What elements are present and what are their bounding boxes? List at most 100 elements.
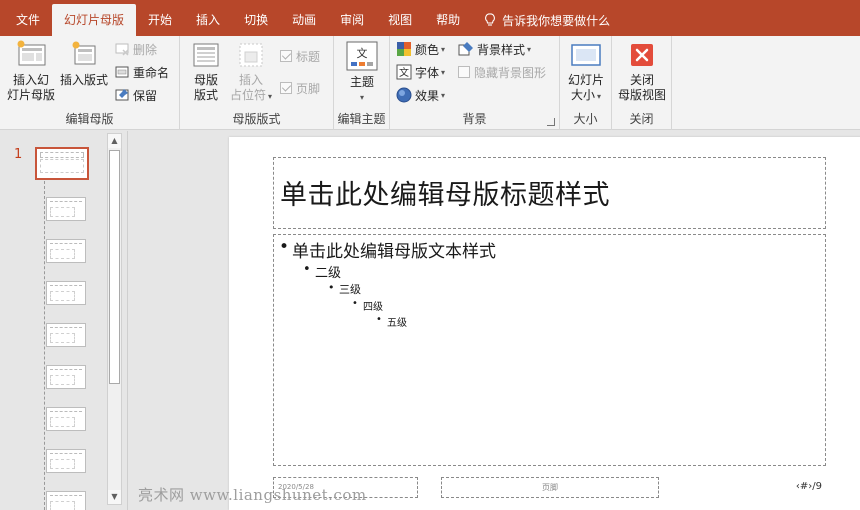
footer-check-icon (280, 82, 292, 94)
tab-animations[interactable]: 动画 (280, 4, 328, 36)
layout-thumbnail[interactable] (46, 407, 86, 431)
insert-layout-button[interactable]: 插入版式 (58, 40, 110, 88)
footer-text: 页脚 (542, 483, 558, 492)
scrollbar-thumb[interactable] (109, 150, 120, 384)
fonts-icon: 文 (396, 64, 412, 80)
tab-home[interactable]: 开始 (136, 4, 184, 36)
background-dialog-launcher-icon[interactable] (547, 118, 555, 126)
group-label-close: 关闭 (629, 112, 654, 126)
layout-thumbnail[interactable] (46, 239, 86, 263)
insert-slide-master-button[interactable]: 插入幻 灯片母版 (6, 40, 56, 103)
layout-tree-connector (44, 181, 45, 510)
theme-button[interactable]: 文 主题 ▾ (340, 40, 384, 105)
delete-slide-icon (115, 43, 129, 56)
slide-thumbnail-panel: 1 ▲ ▼ (0, 131, 128, 510)
master-layout-button[interactable]: 母版 版式 (186, 40, 226, 103)
colors-dropdown-icon: ▾ (441, 44, 446, 54)
group-background: 颜色 ▾ 文 字体 ▾ 效果 ▾ 背景样式 ▾ 隐藏背景图形 背景 (390, 36, 560, 130)
footer-placeholder[interactable]: 页脚 (441, 477, 659, 498)
insert-placeholder-label: 插入 占位符 (229, 73, 266, 102)
tab-insert[interactable]: 插入 (184, 4, 232, 36)
slide-number-text: ‹#›/9 (795, 481, 822, 492)
insert-placeholder-icon (239, 43, 263, 67)
layout-thumbnail[interactable] (46, 197, 86, 221)
hide-background-graphics-checkbox[interactable]: 隐藏背景图形 (458, 62, 546, 82)
title-placeholder-text: 单击此处编辑母版标题样式 (280, 180, 610, 211)
slide-master-thumbnail[interactable] (35, 147, 89, 180)
group-label-background: 背景 (462, 112, 487, 126)
tab-transitions[interactable]: 切换 (232, 4, 280, 36)
preserve-button[interactable]: 保留 (114, 85, 157, 105)
scroll-down-icon[interactable]: ▼ (108, 490, 121, 504)
body-level-3: 三级 (328, 281, 361, 297)
insert-slide-master-icon (17, 40, 46, 66)
footer-checkbox-label: 页脚 (296, 81, 321, 96)
background-styles-label: 背景样式 (477, 42, 526, 57)
insert-placeholder-dropdown-icon: ▾ (268, 92, 273, 101)
group-edit-master: 插入幻 灯片母版 插入版式 删除 重命名 保留 编辑母版 (0, 36, 180, 130)
layout-thumbnail[interactable] (46, 491, 86, 510)
colors-label: 颜色 (415, 42, 440, 57)
tab-view[interactable]: 视图 (376, 4, 424, 36)
body-level-5: 五级 (376, 314, 407, 329)
master-layout-icon (193, 43, 219, 67)
hide-background-graphics-label: 隐藏背景图形 (474, 65, 547, 80)
tab-slide-master[interactable]: 幻灯片母版 (52, 4, 137, 36)
slide-master: 单击此处编辑母版标题样式 单击此处编辑母版文本样式 二级 三级 四级 五级 20… (229, 137, 860, 510)
fonts-button[interactable]: 文 字体 ▾ (396, 62, 445, 82)
insert-placeholder-button[interactable]: 插入 占位符 ▾ (228, 40, 274, 104)
slide-size-button[interactable]: 幻灯片 大小 ▾ (562, 40, 610, 104)
rename-label: 重命名 (133, 65, 170, 80)
body-placeholder[interactable]: 单击此处编辑母版文本样式 二级 三级 四级 五级 (273, 234, 826, 466)
tab-file[interactable]: 文件 (4, 4, 52, 36)
tell-me-search[interactable]: 告诉我你想要做什么 (472, 4, 610, 36)
tab-review[interactable]: 审阅 (328, 4, 376, 36)
group-close: 关闭 母版视图 关闭 (612, 36, 672, 130)
tab-help[interactable]: 帮助 (424, 4, 472, 36)
background-styles-dropdown-icon: ▾ (527, 44, 532, 54)
layout-thumbnail[interactable] (46, 365, 86, 389)
body-level-4: 四级 (352, 298, 383, 313)
background-styles-icon (458, 42, 473, 56)
footer-checkbox[interactable]: 页脚 (280, 78, 320, 98)
insert-slide-master-label: 插入幻 灯片母版 (6, 73, 55, 102)
group-size: 幻灯片 大小 ▾ 大小 (560, 36, 612, 130)
delete-button[interactable]: 删除 (114, 39, 157, 59)
thumbnail-scrollbar[interactable]: ▲ ▼ (107, 133, 122, 505)
hide-background-check-icon (458, 66, 470, 78)
ribbon-tab-bar: 文件 幻灯片母版 开始 插入 切换 动画 审阅 视图 帮助 告诉我你想要做什么 (0, 0, 860, 36)
ribbon: 插入幻 灯片母版 插入版式 删除 重命名 保留 编辑母版 母版 版式 插入 占位… (0, 36, 860, 130)
slide-number-placeholder[interactable]: ‹#›/9 (774, 477, 826, 498)
preserve-label: 保留 (133, 88, 158, 103)
slide-number-label: 1 (14, 147, 23, 162)
close-master-view-label: 关闭 母版视图 (617, 73, 666, 102)
title-checkbox-label: 标题 (296, 49, 321, 64)
scroll-up-icon[interactable]: ▲ (108, 134, 121, 148)
theme-dropdown-icon: ▾ (359, 93, 364, 102)
lightbulb-icon (485, 13, 496, 26)
rename-icon (115, 66, 129, 78)
close-master-view-button[interactable]: 关闭 母版视图 (614, 40, 670, 103)
insert-layout-label: 插入版式 (59, 73, 108, 87)
background-styles-button[interactable]: 背景样式 ▾ (458, 39, 531, 59)
svg-text:文: 文 (399, 66, 409, 79)
title-placeholder[interactable]: 单击此处编辑母版标题样式 (273, 157, 826, 229)
colors-button[interactable]: 颜色 ▾ (396, 39, 445, 59)
color-palette-icon (397, 42, 411, 56)
layout-thumbnail[interactable] (46, 449, 86, 473)
effects-icon (396, 87, 412, 103)
theme-label: 主题 (349, 75, 374, 89)
svg-text:文: 文 (357, 46, 368, 60)
effects-button[interactable]: 效果 ▾ (396, 85, 445, 105)
group-edit-theme: 文 主题 ▾ 编辑主题 (334, 36, 390, 130)
layout-thumbnail[interactable] (46, 323, 86, 347)
tell-me-label: 告诉我你想要做什么 (502, 13, 611, 28)
close-icon (631, 44, 653, 66)
layout-thumbnail[interactable] (46, 281, 86, 305)
title-checkbox[interactable]: 标题 (280, 46, 320, 66)
group-master-layout: 母版 版式 插入 占位符 ▾ 标题 页脚 母版版式 (180, 36, 334, 130)
group-label-size: 大小 (573, 112, 598, 126)
rename-button[interactable]: 重命名 (114, 62, 169, 82)
effects-dropdown-icon: ▾ (441, 90, 446, 100)
body-level-2: 二级 (303, 262, 341, 281)
